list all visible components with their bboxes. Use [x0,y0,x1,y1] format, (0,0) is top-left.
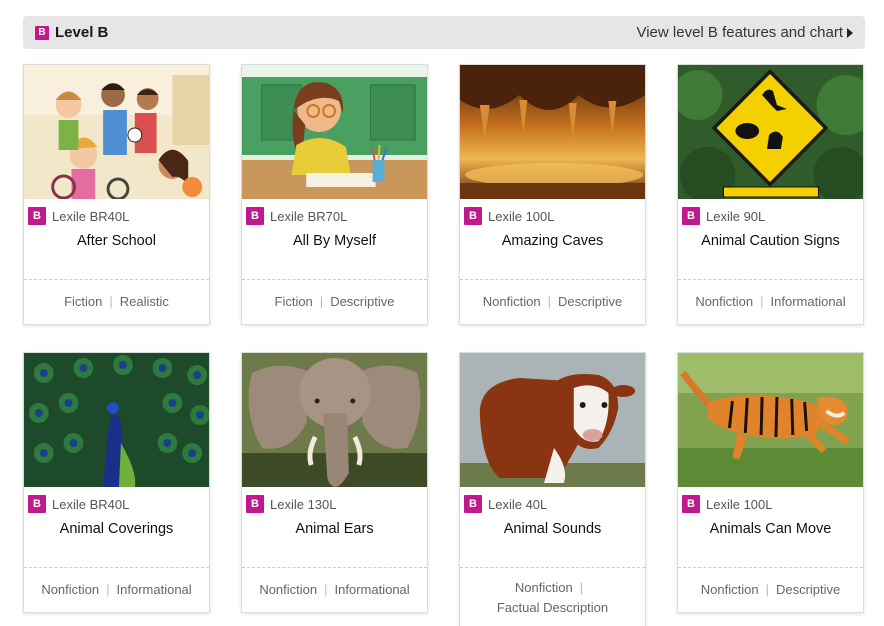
book-tags: Nonfiction | Informational [678,280,863,324]
lexile-label: Lexile 100L [706,496,773,512]
level-badge: B [28,207,46,225]
elephant-photo [242,353,427,487]
type-tag: Informational [770,294,846,309]
book-tags: Nonfiction | Informational [24,568,209,612]
book-cover-image[interactable] [678,353,863,487]
book-tags: Fiction | Descriptive [242,280,427,324]
type-tag: Descriptive [330,294,395,309]
type-tag: Informational [334,582,410,597]
book-meta: B Lexile 40L [460,487,645,515]
lexile-label: Lexile BR40L [52,208,130,224]
lexile-label: Lexile 100L [488,208,555,224]
type-tag: Informational [116,582,192,597]
view-level-features-label: View level B features and chart [636,24,843,41]
type-tag: Descriptive [775,582,841,597]
book-cover-image[interactable] [678,65,863,199]
book-meta: B Lexile 100L [460,199,645,227]
book-cover-image[interactable] [242,65,427,199]
book-title[interactable]: All By Myself [242,227,427,279]
level-header: B Level B View level B features and char… [23,16,865,49]
level-label: B Level B [35,24,108,41]
tag-separator: | [106,582,110,597]
book-card[interactable]: B Lexile 100L Amazing Caves Nonfiction |… [459,64,646,325]
tiger-photo [678,353,863,487]
lexile-label: Lexile 130L [270,496,337,512]
book-meta: B Lexile BR70L [242,199,427,227]
cave-photo [460,65,645,199]
level-badge: B [246,495,264,513]
genre-tag: Fiction [274,294,313,309]
type-tag: Realistic [119,294,169,309]
level-badge: B [464,207,482,225]
book-tags: Fiction | Realistic [24,280,209,324]
tag-separator: | [547,294,551,309]
book-card[interactable]: B Lexile 40L Animal Sounds Nonfiction | … [459,352,646,626]
book-tags: Nonfiction | Informational [242,568,427,612]
book-meta: B Lexile 100L [678,487,863,515]
view-level-features-link[interactable]: View level B features and chart [636,24,853,41]
book-meta: B Lexile BR40L [24,487,209,515]
genre-tag: Nonfiction [482,294,541,309]
lexile-label: Lexile BR70L [270,208,348,224]
genre-tag: Fiction [64,294,103,309]
book-cover-image[interactable] [460,65,645,199]
level-badge: B [682,207,700,225]
lexile-label: Lexile 90L [706,208,766,224]
book-cover-image[interactable] [242,353,427,487]
book-tags: Nonfiction | Descriptive [678,568,863,612]
book-cover-image[interactable] [460,353,645,487]
level-badge: B [682,495,700,513]
tag-separator: | [109,294,113,309]
book-tags: Nonfiction | Factual Description [460,568,645,626]
genre-tag: Nonfiction [514,580,573,595]
tag-separator: | [579,580,584,595]
tag-separator: | [319,294,324,309]
caret-right-icon [847,27,853,38]
book-title[interactable]: Animal Sounds [460,515,645,567]
type-tag: Factual Description [496,600,609,615]
tag-separator: | [765,582,769,597]
type-tag: Descriptive [557,294,623,309]
tag-separator: | [760,294,764,309]
book-meta: B Lexile 130L [242,487,427,515]
tag-separator: | [324,582,328,597]
book-title[interactable]: After School [24,227,209,279]
kids-bikes-illustration [24,65,209,199]
book-meta: B Lexile 90L [678,199,863,227]
book-card[interactable]: B Lexile BR40L Animal Coverings Nonficti… [23,352,210,613]
lexile-label: Lexile 40L [488,496,548,512]
book-tags: Nonfiction | Descriptive [460,280,645,324]
cow-photo [460,353,645,487]
genre-tag: Nonfiction [259,582,318,597]
book-cover-image[interactable] [24,65,209,199]
book-card[interactable]: B Lexile BR40L After School Fiction | Re… [23,64,210,325]
lexile-label: Lexile BR40L [52,496,130,512]
level-badge: B [464,495,482,513]
genre-tag: Nonfiction [700,582,759,597]
level-badge: B [28,495,46,513]
book-card[interactable]: B Lexile 130L Animal Ears Nonfiction | I… [241,352,428,613]
book-title[interactable]: Animal Ears [242,515,427,567]
kangaroo-sign-photo [678,65,863,199]
book-card[interactable]: B Lexile BR70L All By Myself Fiction | D… [241,64,428,325]
book-meta: B Lexile BR40L [24,199,209,227]
book-card[interactable]: B Lexile 90L Animal Caution Signs Nonfic… [677,64,864,325]
level-title: Level B [55,24,109,41]
book-cover-image[interactable] [24,353,209,487]
genre-tag: Nonfiction [695,294,754,309]
peacock-photo [24,353,209,487]
book-title[interactable]: Animal Coverings [24,515,209,567]
genre-tag: Nonfiction [41,582,100,597]
girl-drawing-illustration [242,65,427,199]
level-badge: B [35,25,49,40]
book-card[interactable]: B Lexile 100L Animals Can Move Nonfictio… [677,352,864,613]
book-title[interactable]: Animal Caution Signs [678,227,863,279]
book-title[interactable]: Amazing Caves [460,227,645,279]
book-title[interactable]: Animals Can Move [678,515,863,567]
level-badge: B [246,207,264,225]
